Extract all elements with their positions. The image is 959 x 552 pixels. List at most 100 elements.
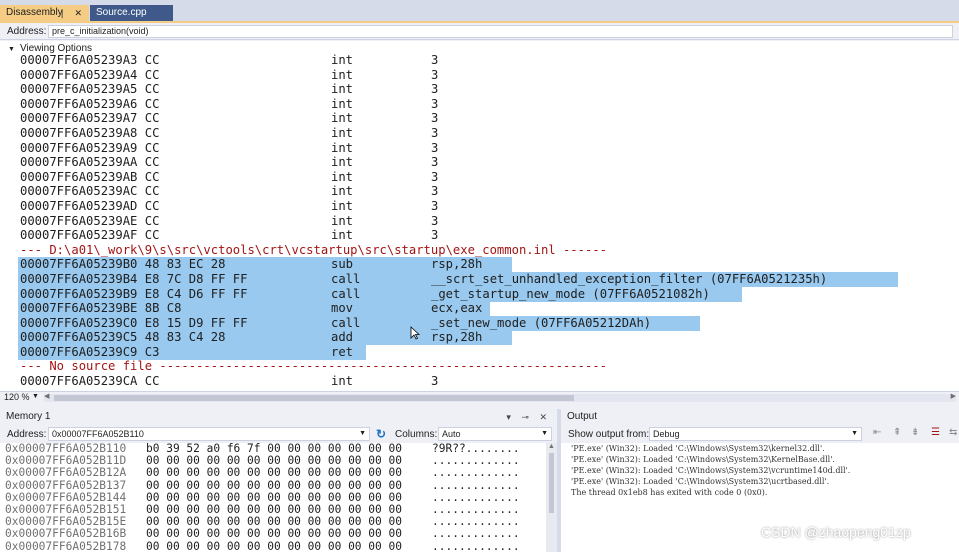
word-wrap-icon[interactable]: ⇆ <box>949 427 957 438</box>
mnemonic-text: call <box>331 271 361 286</box>
document-tab-strip: Disassembly ❘ ✕ Source.cpp <box>0 0 959 23</box>
show-output-value: Debug <box>653 429 680 439</box>
memory-row[interactable]: 0x00007FF6A052B12A 00 00 00 00 00 00 00 0… <box>0 467 546 479</box>
mnemonic-text: ret <box>331 344 354 359</box>
memory-row[interactable]: 0x00007FF6A052B137 00 00 00 00 00 00 00 0… <box>0 478 546 492</box>
clear-all-icon[interactable]: ☰ <box>931 427 940 438</box>
memory-address-input[interactable]: 0x00007FF6A052B110 ▼ <box>48 427 370 441</box>
disassembly-row[interactable]: 00007FF6A05239B9 E8 C4 D6 FF FF call _get_… <box>0 286 959 302</box>
mnemonic-text: call <box>331 315 361 330</box>
operand-text: 3 <box>431 140 439 155</box>
mnemonic-text: int <box>331 140 354 155</box>
horizontal-scrollbar-thumb[interactable] <box>54 395 574 401</box>
show-output-select[interactable]: Debug ▼ <box>649 427 862 441</box>
mnemonic-text: int <box>331 67 354 82</box>
mnemonic-text: int <box>331 82 354 97</box>
mnemonic-text: add <box>331 330 354 345</box>
columns-select[interactable]: Auto ▼ <box>438 427 552 441</box>
output-title-text: Output <box>567 411 598 422</box>
pin-close-icons[interactable]: ❘ ✕ <box>58 5 85 21</box>
disassembly-row[interactable]: 00007FF6A05239B0 48 83 EC 28 sub rsp,28h <box>0 257 959 273</box>
disassembly-row[interactable]: 00007FF6A05239AA CC int 3 <box>0 155 959 170</box>
disassembly-row[interactable]: 00007FF6A05239A6 CC int 3 <box>0 97 959 112</box>
memory-ascii: ............. <box>432 527 520 541</box>
mnemonic-text: int <box>331 169 354 184</box>
zoom-level[interactable]: 120 % <box>4 392 30 402</box>
find-message-icon[interactable]: ⇤ <box>873 427 881 438</box>
disassembly-row[interactable]: 00007FF6A05239C5 48 83 C4 28 add rsp,28h <box>0 330 959 346</box>
mnemonic-text: int <box>331 125 354 140</box>
address-text: 00007FF6A05239AE CC <box>20 213 160 228</box>
address-text: 00007FF6A05239A5 CC <box>20 82 160 97</box>
disassembly-row[interactable]: 00007FF6A05239AF CC int 3 <box>0 228 959 243</box>
scroll-right-icon[interactable]: ▶ <box>951 392 956 400</box>
no-source-file-line: --- No source file ---------------------… <box>20 359 607 374</box>
mnemonic-text: int <box>331 198 354 213</box>
address-text: 00007FF6A05239B9 E8 C4 D6 FF FF <box>20 286 248 301</box>
zoom-dropdown-icon[interactable]: ▼ <box>32 393 39 400</box>
mnemonic-text: int <box>331 228 354 243</box>
disassembly-row[interactable]: 00007FF6A05239BE 8B C8 mov ecx,eax <box>0 301 959 317</box>
output-lines: 'PE.exe' (Win32): Loaded 'C:\Windows\Sys… <box>561 443 850 498</box>
tab-source-cpp[interactable]: Source.cpp <box>90 5 173 21</box>
memory-row[interactable]: 0x00007FF6A052B178 00 00 00 00 00 00 00 0… <box>0 539 546 552</box>
address-text: 00007FF6A05239A6 CC <box>20 96 160 111</box>
address-text: 00007FF6A05239AD CC <box>20 198 160 213</box>
memory-address: 0x00007FF6A052B137 <box>5 478 127 492</box>
scroll-up-icon[interactable]: ▲ <box>548 443 555 450</box>
disassembly-row[interactable]: 00007FF6A05239A5 CC int 3 <box>0 82 959 97</box>
memory-vertical-scrollbar[interactable]: ▲ <box>546 443 557 552</box>
operand-text: 3 <box>431 96 439 111</box>
memory-scroll-thumb[interactable] <box>549 453 554 513</box>
scroll-left-icon[interactable]: ◀ <box>44 392 49 400</box>
mnemonic-text: int <box>331 53 354 67</box>
address-text: 00007FF6A05239AA CC <box>20 155 160 170</box>
mouse-cursor-icon <box>410 326 420 340</box>
chevron-down-icon[interactable]: ▼ <box>851 428 858 440</box>
disassembly-row[interactable]: 00007FF6A05239A3 CC int 3 <box>0 53 959 68</box>
disassembly-row[interactable]: 00007FF6A05239AD CC int 3 <box>0 199 959 214</box>
mnemonic-text: int <box>331 374 354 389</box>
output-toolbar: Show output from: Debug ▼ ⇤ ⇞ ⇟ ☰ ⇆ <box>561 425 959 443</box>
memory-ascii: ............. <box>432 539 520 552</box>
disassembly-row[interactable]: 00007FF6A05239C9 C3 ret <box>0 344 959 360</box>
disassembly-row[interactable]: 00007FF6A05239AE CC int 3 <box>0 214 959 229</box>
disassembly-pane[interactable]: ▼ Viewing Options 00007FF6A05239A3 CC int 3… <box>0 41 959 391</box>
address-label: Address: <box>7 26 47 37</box>
memory-address-value: 0x00007FF6A052B110 <box>52 429 144 439</box>
output-line: 'PE.exe' (Win32): Loaded 'C:\Windows\Sys… <box>571 466 851 475</box>
chevron-down-icon[interactable]: ▼ <box>541 428 548 440</box>
output-line: The thread 0x1eb8 has exited with code 0… <box>571 488 768 497</box>
prev-message-icon[interactable]: ⇞ <box>893 427 901 438</box>
mnemonic-text: int <box>331 155 354 170</box>
address-text: 00007FF6A05239AF CC <box>20 228 160 243</box>
address-text: 00007FF6A05239AC CC <box>20 184 160 199</box>
next-message-icon[interactable]: ⇟ <box>911 427 919 438</box>
chevron-down-icon: ▼ <box>8 46 15 53</box>
memory-toolbar: Address: 0x00007FF6A052B110 ▼ ↻ Columns:… <box>0 425 557 443</box>
disassembly-row[interactable]: 00007FF6A05239A4 CC int 3 <box>0 68 959 83</box>
operand-text: 3 <box>431 53 439 67</box>
disassembly-row[interactable]: 00007FF6A05239B4 E8 7C D8 FF FF call __scr… <box>0 271 959 287</box>
address-text: 00007FF6A05239AB CC <box>20 169 160 184</box>
disassembly-row[interactable]: 00007FF6A05239A7 CC int 3 <box>0 111 959 126</box>
address-input[interactable]: pre_c_initialization(void) <box>48 25 953 38</box>
panel-controls-icons[interactable]: ▾ ⊸ ✕ <box>506 409 551 425</box>
disassembly-row[interactable]: 00007FF6A05239A9 CC int 3 <box>0 141 959 156</box>
disassembly-row[interactable]: 00007FF6A05239A8 CC int 3 <box>0 126 959 141</box>
tab-disassembly[interactable]: Disassembly ❘ ✕ <box>0 5 89 21</box>
operand-text: 3 <box>431 198 439 213</box>
disassembly-row[interactable]: 00007FF6A05239CA CC int 3 <box>0 374 959 389</box>
memory-address: 0x00007FF6A052B12A <box>5 466 127 480</box>
memory-row[interactable]: 0x00007FF6A052B16B 00 00 00 00 00 00 00 0… <box>0 528 546 540</box>
operand-text: __scrt_set_unhandled_exception_filter (0… <box>431 271 828 286</box>
memory-grid[interactable]: 0x00007FF6A052B110 b0 39 52 a0 f6 7f 00 0… <box>0 443 546 552</box>
chevron-down-icon[interactable]: ▼ <box>359 428 366 440</box>
mnemonic-text: call <box>331 286 361 301</box>
disassembly-row[interactable]: 00007FF6A05239C0 E8 15 D9 FF FF call _set_… <box>0 315 959 331</box>
disassembly-row[interactable]: 00007FF6A05239AB CC int 3 <box>0 170 959 185</box>
refresh-icon[interactable]: ↻ <box>376 427 386 441</box>
disassembly-row[interactable]: 00007FF6A05239AC CC int 3 <box>0 184 959 199</box>
operand-text: 3 <box>431 213 439 228</box>
address-text: 00007FF6A05239B4 E8 7C D8 FF FF <box>20 271 248 286</box>
